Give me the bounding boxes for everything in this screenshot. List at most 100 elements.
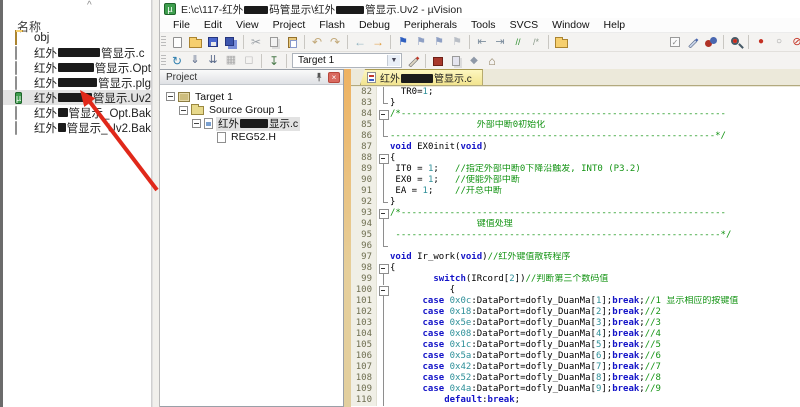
disable-all-breakpoints-button[interactable]: ⊘ xyxy=(788,34,800,50)
save-all-button[interactable] xyxy=(222,34,240,50)
fold-marker xyxy=(377,274,390,285)
sort-ascending-indicator[interactable]: ^ xyxy=(87,0,92,11)
download-to-flash-button[interactable]: ↧ xyxy=(265,53,283,69)
tree-item[interactable]: 红外显示.c xyxy=(160,117,343,131)
redo-button[interactable]: ↷ xyxy=(326,34,344,50)
paste-button[interactable] xyxy=(283,34,301,50)
enable-disable-breakpoint-button[interactable]: ○ xyxy=(770,34,788,50)
file-row[interactable]: obj xyxy=(3,30,151,45)
tab-source-file[interactable]: 红外管显示.c xyxy=(360,69,483,85)
menu-flash[interactable]: Flash xyxy=(312,19,352,31)
code-text: 键值处理 xyxy=(390,219,513,230)
fold-marker[interactable] xyxy=(377,263,390,274)
code-line: 96 xyxy=(351,241,800,252)
code-editor[interactable]: 82 TR0=1;83}84/*------------------------… xyxy=(351,87,800,407)
fold-marker xyxy=(377,142,390,153)
target-icon xyxy=(178,92,190,102)
fold-marker xyxy=(377,186,390,197)
label-text: 管显示.c xyxy=(101,45,144,60)
fold-marker[interactable] xyxy=(377,208,390,219)
fold-marker[interactable] xyxy=(377,153,390,164)
new-file-button[interactable] xyxy=(168,34,186,50)
file-row[interactable]: µ红外管显示.Uv2 xyxy=(3,90,151,105)
line-number: 94 xyxy=(351,219,377,230)
line-number: 90 xyxy=(351,175,377,186)
menu-debug[interactable]: Debug xyxy=(352,19,397,31)
pin-icon[interactable] xyxy=(314,72,324,83)
line-number: 104 xyxy=(351,329,377,340)
line-number: 87 xyxy=(351,142,377,153)
file-row[interactable]: 红外管显示_Uv2.Bak xyxy=(3,120,151,135)
manage-books-button[interactable] xyxy=(447,53,465,69)
translate-file-button[interactable]: ↻ xyxy=(168,53,186,69)
stop-build-button[interactable]: ◻ xyxy=(240,53,258,69)
tree-item[interactable]: REG52.H xyxy=(160,131,343,145)
find-in-files-button[interactable] xyxy=(727,34,745,50)
file-row[interactable]: 红外管显示.plg xyxy=(3,75,151,90)
tree-item[interactable]: Target 1 xyxy=(160,90,343,104)
navigate-back-button[interactable]: ← xyxy=(351,34,369,50)
code-text: { xyxy=(390,153,395,164)
code-text: case 0x42:DataPort=dofly_DuanMa[7];break… xyxy=(390,362,661,373)
code-text: case 0x5a:DataPort=dofly_DuanMa[6];break… xyxy=(390,351,661,362)
option-checkbox-button[interactable]: ✓ xyxy=(666,34,684,50)
close-panel-button[interactable]: × xyxy=(328,72,340,83)
options-for-target-button[interactable] xyxy=(404,53,422,69)
navigate-forward-button[interactable]: → xyxy=(369,34,387,50)
menu-view[interactable]: View xyxy=(229,19,266,31)
menu-svcs[interactable]: SVCS xyxy=(503,19,546,31)
tree-item[interactable]: Source Group 1 xyxy=(160,104,343,118)
menu-tools[interactable]: Tools xyxy=(464,19,503,31)
prev-bookmark-button[interactable]: ⚑ xyxy=(412,34,430,50)
uncomment-selection-button[interactable]: /* xyxy=(527,34,545,50)
collapse-expander[interactable] xyxy=(166,92,175,101)
file-extensions-button[interactable] xyxy=(429,53,447,69)
chevron-down-icon[interactable]: ▼ xyxy=(387,55,400,66)
code-text: void EX0init(void) xyxy=(390,142,488,153)
file-row[interactable]: 红外管显示.Opt xyxy=(3,60,151,75)
manage-components-button[interactable]: ◆ xyxy=(465,53,483,69)
collapse-expander[interactable] xyxy=(179,106,188,115)
menu-edit[interactable]: Edit xyxy=(197,19,229,31)
file-row[interactable]: 红外管显示.c xyxy=(3,45,151,60)
batch-build-button[interactable]: ▦ xyxy=(222,53,240,69)
open-folder-options-button[interactable] xyxy=(552,34,570,50)
debug-pencil-button[interactable] xyxy=(684,34,702,50)
title-bar[interactable]: µ E:\c\117-红外码管显示\红外管显示.Uv2 - µVision xyxy=(160,0,800,18)
undo-button[interactable]: ↶ xyxy=(308,34,326,50)
toolbar-grip[interactable] xyxy=(161,36,166,48)
comment-selection-button[interactable]: // xyxy=(509,34,527,50)
save-button[interactable] xyxy=(204,34,222,50)
toolbar-grip[interactable] xyxy=(161,55,166,67)
collapse-expander[interactable] xyxy=(192,119,201,128)
redaction-bar xyxy=(58,93,92,102)
clear-bookmarks-button[interactable]: ⚑ xyxy=(448,34,466,50)
label-text: Source Group 1 xyxy=(209,104,283,116)
menu-peripherals[interactable]: Peripherals xyxy=(397,19,464,31)
next-bookmark-button[interactable]: ⚑ xyxy=(430,34,448,50)
toolbar-separator xyxy=(390,35,391,49)
fold-marker xyxy=(377,351,390,362)
code-line: 95 -------------------------------------… xyxy=(351,230,800,241)
menu-project[interactable]: Project xyxy=(266,19,313,31)
insert-bookmark-button[interactable]: ⚑ xyxy=(394,34,412,50)
file-row[interactable]: 红外管显示_Opt.Bak xyxy=(3,105,151,120)
menu-window[interactable]: Window xyxy=(545,19,596,31)
menu-file[interactable]: File xyxy=(166,19,197,31)
target-select-combo[interactable]: Target 1▼ xyxy=(292,53,402,68)
fold-marker[interactable] xyxy=(377,285,390,296)
menu-help[interactable]: Help xyxy=(597,19,633,31)
fold-marker[interactable] xyxy=(377,109,390,120)
start-stop-debug-button[interactable] xyxy=(702,34,720,50)
pack-installer-button[interactable]: ⌂ xyxy=(483,53,501,69)
fold-marker xyxy=(377,329,390,340)
line-number: 86 xyxy=(351,131,377,142)
cut-button[interactable]: ✂ xyxy=(247,34,265,50)
build-target-button[interactable]: ⇓ xyxy=(186,53,204,69)
insert-breakpoint-button[interactable]: ● xyxy=(752,34,770,50)
rebuild-all-button[interactable]: ⇊ xyxy=(204,53,222,69)
unindent-button[interactable]: ⇤ xyxy=(473,34,491,50)
indent-button[interactable]: ⇥ xyxy=(491,34,509,50)
copy-button[interactable] xyxy=(265,34,283,50)
open-file-button[interactable] xyxy=(186,34,204,50)
